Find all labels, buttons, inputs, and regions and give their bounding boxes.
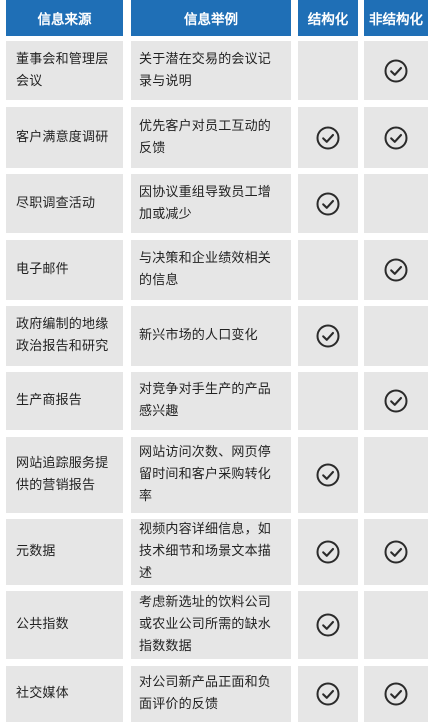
source-text: 社交媒体	[16, 686, 69, 701]
check-circle-icon	[383, 539, 409, 565]
unstructured-cell	[364, 372, 428, 430]
check-circle-icon	[383, 257, 409, 283]
example-text: 网站访问次数、网页停留时间和客户采购转化率	[139, 445, 272, 504]
example-cell: 对竞争对手生产的产品感兴趣	[131, 372, 291, 430]
example-text: 与决策和企业绩效相关的信息	[139, 251, 272, 288]
check-circle-icon	[315, 125, 341, 151]
check-circle-icon	[383, 681, 409, 707]
unstructured-cell	[364, 107, 428, 168]
source-cell: 尽职调查活动	[6, 174, 123, 233]
source-cell: 社交媒体	[6, 666, 123, 722]
unstructured-cell	[364, 174, 428, 233]
structured-cell	[298, 107, 358, 168]
source-text: 电子邮件	[16, 262, 69, 277]
structured-cell	[298, 41, 358, 100]
source-cell: 政府编制的地缘政治报告和研究	[6, 306, 123, 366]
check-circle-icon	[315, 323, 341, 349]
table-row: 尽职调查活动 因协议重组导致员工增加或减少	[0, 174, 434, 233]
check-circle-icon	[383, 125, 409, 151]
example-text: 新兴市场的人口变化	[139, 328, 258, 343]
example-cell: 关于潜在交易的会议记录与说明	[131, 41, 291, 100]
table-row: 网站追踪服务提供的营销报告 网站访问次数、网页停留时间和客户采购转化率	[0, 437, 434, 513]
example-text: 视频内容详细信息，如技术细节和场景文本描述	[139, 522, 272, 581]
unstructured-cell	[364, 41, 428, 100]
example-cell: 与决策和企业绩效相关的信息	[131, 240, 291, 300]
source-text: 生产商报告	[16, 393, 83, 408]
check-circle-icon	[315, 681, 341, 707]
source-text: 公共指数	[16, 617, 69, 632]
unstructured-cell	[364, 437, 428, 513]
example-cell: 视频内容详细信息，如技术细节和场景文本描述	[131, 519, 291, 585]
example-cell: 对公司新产品正面和负面评价的反馈	[131, 666, 291, 722]
structured-cell	[298, 174, 358, 233]
header-source: 信息来源	[6, 0, 123, 36]
example-cell: 网站访问次数、网页停留时间和客户采购转化率	[131, 437, 291, 513]
check-circle-icon	[315, 191, 341, 217]
info-sources-table: 信息来源 信息举例 结构化 非结构化 董事会和管理层会议 关于潜在交易的会议记录与…	[0, 0, 434, 722]
table-row: 董事会和管理层会议 关于潜在交易的会议记录与说明	[0, 41, 434, 100]
source-text: 网站追踪服务提供的营销报告	[16, 456, 109, 493]
source-text: 客户满意度调研	[16, 129, 109, 145]
example-cell: 新兴市场的人口变化	[131, 306, 291, 366]
header-structured: 结构化	[298, 0, 358, 36]
table-row: 电子邮件 与决策和企业绩效相关的信息	[0, 240, 434, 300]
source-cell: 生产商报告	[6, 372, 123, 430]
header-unstructured: 非结构化	[364, 0, 428, 36]
unstructured-cell	[364, 591, 428, 659]
example-text: 关于潜在交易的会议记录与说明	[139, 51, 272, 89]
unstructured-cell	[364, 519, 428, 585]
structured-cell	[298, 666, 358, 722]
example-text: 考虑新选址的饮料公司或农业公司所需的缺水指数数据	[139, 595, 272, 654]
source-cell: 电子邮件	[6, 240, 123, 300]
source-cell: 公共指数	[6, 591, 123, 659]
unstructured-cell	[364, 306, 428, 366]
source-cell: 网站追踪服务提供的营销报告	[6, 437, 123, 513]
source-cell: 元数据	[6, 519, 123, 585]
structured-cell	[298, 437, 358, 513]
table-row: 生产商报告 对竞争对手生产的产品感兴趣	[0, 372, 434, 430]
example-text: 因协议重组导致员工增加或减少	[139, 184, 272, 222]
unstructured-cell	[364, 666, 428, 722]
example-cell: 优先客户对员工互动的反馈	[131, 107, 291, 168]
unstructured-cell	[364, 240, 428, 300]
source-cell: 客户满意度调研	[6, 107, 123, 168]
table-row: 元数据 视频内容详细信息，如技术细节和场景文本描述	[0, 519, 434, 585]
structured-cell	[298, 240, 358, 300]
header-example: 信息举例	[131, 0, 291, 36]
structured-cell	[298, 591, 358, 659]
check-circle-icon	[383, 58, 409, 84]
structured-cell	[298, 306, 358, 366]
source-text: 元数据	[16, 544, 56, 559]
table-row: 社交媒体 对公司新产品正面和负面评价的反馈	[0, 666, 434, 722]
check-circle-icon	[315, 462, 341, 488]
table-row: 客户满意度调研 优先客户对员工互动的反馈	[0, 107, 434, 168]
table-row: 公共指数 考虑新选址的饮料公司或农业公司所需的缺水指数数据	[0, 591, 434, 659]
source-text: 尽职调查活动	[16, 195, 96, 211]
check-circle-icon	[315, 612, 341, 638]
example-text: 优先客户对员工互动的反馈	[139, 118, 272, 156]
source-text: 董事会和管理层会议	[16, 51, 109, 89]
example-cell: 因协议重组导致员工增加或减少	[131, 174, 291, 233]
example-text: 对公司新产品正面和负面评价的反馈	[139, 675, 272, 712]
source-cell: 董事会和管理层会议	[6, 41, 123, 100]
example-text: 对竞争对手生产的产品感兴趣	[139, 382, 272, 419]
structured-cell	[298, 372, 358, 430]
example-cell: 考虑新选址的饮料公司或农业公司所需的缺水指数数据	[131, 591, 291, 659]
structured-cell	[298, 519, 358, 585]
check-circle-icon	[383, 388, 409, 414]
check-circle-icon	[315, 539, 341, 565]
table-row: 政府编制的地缘政治报告和研究 新兴市场的人口变化	[0, 306, 434, 366]
source-text: 政府编制的地缘政治报告和研究	[16, 317, 109, 354]
